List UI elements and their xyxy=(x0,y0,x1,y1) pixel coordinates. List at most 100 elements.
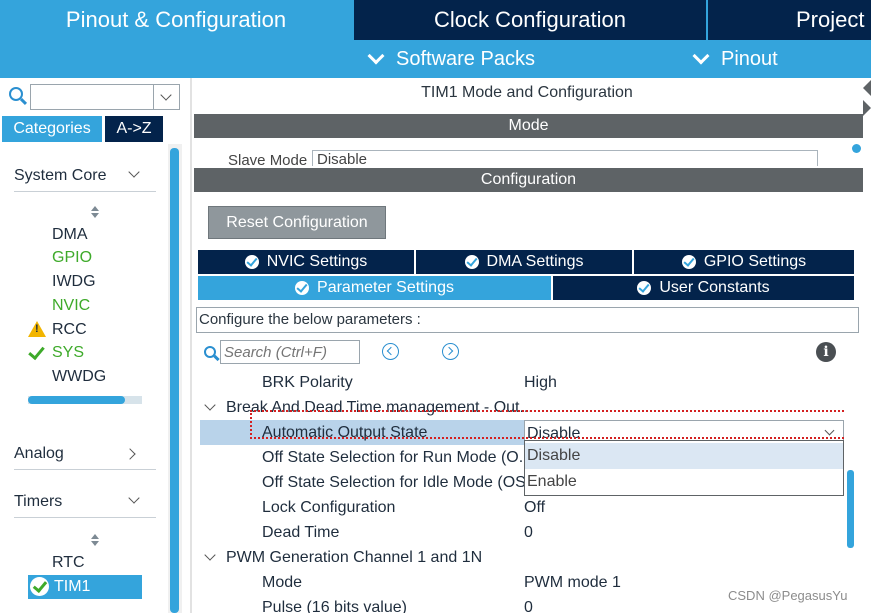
section-analog[interactable]: Analog xyxy=(14,438,156,470)
scroll-indicator-dot xyxy=(852,144,861,153)
param-value[interactable]: High xyxy=(524,370,557,395)
param-name: Off State Selection for Idle Mode (OS... xyxy=(262,474,540,491)
software-packs-label: Software Packs xyxy=(396,47,535,70)
param-name: Mode xyxy=(262,574,303,591)
chevron-down-icon xyxy=(367,47,385,65)
tab-parameter-settings-label: Parameter Settings xyxy=(317,279,454,296)
mode-section-header[interactable]: Mode xyxy=(194,114,863,138)
dropdown-option-disable[interactable]: Disable xyxy=(525,443,843,469)
sidebar-item-tim1-label: TIM1 xyxy=(54,578,91,595)
tab-gpio-settings[interactable]: GPIO Settings xyxy=(634,250,854,274)
param-value[interactable]: PWM mode 1 xyxy=(524,570,621,595)
sort-icon[interactable] xyxy=(90,206,100,218)
search-icon[interactable] xyxy=(204,346,216,358)
tab-clock-configuration[interactable]: Clock Configuration xyxy=(354,0,706,40)
param-group-row[interactable]: PWM Generation Channel 1 and 1N xyxy=(196,545,846,570)
check-circle-icon xyxy=(30,577,49,596)
search-input[interactable] xyxy=(30,84,180,110)
check-icon xyxy=(28,343,46,361)
chevron-down-icon xyxy=(128,492,140,504)
check-circle-icon xyxy=(464,255,479,269)
param-value[interactable]: Off xyxy=(524,495,545,520)
param-name: Pulse (16 bits value) xyxy=(262,599,407,613)
section-system-core-label: System Core xyxy=(14,166,107,184)
top-navigation-bar: Pinout & Configuration Clock Configurati… xyxy=(0,0,871,78)
param-name: Lock Configuration xyxy=(262,499,396,516)
chevron-down-icon xyxy=(128,166,140,178)
tab-parameter-settings[interactable]: Parameter Settings xyxy=(198,276,551,300)
tab-a-to-z[interactable]: A->Z xyxy=(105,116,163,142)
sidebar-item-rcc[interactable]: RCC xyxy=(52,319,87,341)
arrow-right-icon[interactable] xyxy=(863,100,871,116)
chevron-down-icon[interactable] xyxy=(204,399,216,411)
param-row[interactable]: Lock Configuration Off xyxy=(196,495,846,520)
dropdown-option-enable[interactable]: Enable xyxy=(525,469,843,495)
tab-user-constants[interactable]: User Constants xyxy=(553,276,854,300)
nav-next-icon[interactable] xyxy=(442,343,459,360)
watermark: CSDN @PegasusYu xyxy=(728,588,848,603)
sort-icon[interactable] xyxy=(90,534,100,546)
arrow-left-icon[interactable] xyxy=(863,80,871,96)
vertical-scrollbar-thumb[interactable] xyxy=(170,148,179,613)
check-circle-icon xyxy=(295,281,310,295)
reset-configuration-button[interactable]: Reset Configuration xyxy=(208,206,386,239)
param-value[interactable]: 0 xyxy=(524,520,533,545)
scrollbar-thumb[interactable] xyxy=(28,396,125,404)
section-system-core[interactable]: System Core xyxy=(14,160,156,192)
param-group-name: PWM Generation Channel 1 and 1N xyxy=(226,549,483,566)
nav-prev-icon[interactable] xyxy=(382,343,399,360)
peripheral-search xyxy=(6,82,184,110)
horizontal-scrollbar[interactable] xyxy=(28,396,142,404)
param-row[interactable]: Dead Time 0 xyxy=(196,520,846,545)
sidebar-item-sys[interactable]: SYS xyxy=(52,342,84,364)
mode-slave-row: Slave Mode Disable xyxy=(194,140,863,166)
tab-gpio-settings-label: GPIO Settings xyxy=(703,253,807,270)
sidebar-item-nvic[interactable]: NVIC xyxy=(52,295,90,317)
left-panel: Categories A->Z System Core DMA GPIO IWD… xyxy=(0,78,188,613)
tab-nvic-settings-label: NVIC Settings xyxy=(266,253,368,270)
sidebar-item-iwdg[interactable]: IWDG xyxy=(52,271,96,293)
tab-nvic-settings[interactable]: NVIC Settings xyxy=(198,250,414,274)
dropdown-options-list: Disable Enable xyxy=(524,440,844,496)
parameter-scrollbar-thumb[interactable] xyxy=(847,470,854,548)
search-icon[interactable] xyxy=(9,87,23,101)
sidebar-item-tim1[interactable]: TIM1 xyxy=(28,575,142,599)
param-value[interactable]: 0 xyxy=(524,595,533,613)
param-name: BRK Polarity xyxy=(262,374,353,391)
tab-dma-settings[interactable]: DMA Settings xyxy=(416,250,632,274)
info-icon[interactable]: i xyxy=(816,342,836,362)
section-timers[interactable]: Timers xyxy=(14,486,156,518)
tab-user-constants-label: User Constants xyxy=(659,279,770,296)
annotation-highlight-frame xyxy=(250,410,846,439)
page-title: TIM1 Mode and Configuration xyxy=(421,84,633,101)
category-tabs: Categories A->Z xyxy=(2,116,163,142)
sidebar-item-dma[interactable]: DMA xyxy=(52,224,88,246)
tab-pinout-configuration[interactable]: Pinout & Configuration xyxy=(0,0,352,40)
slave-mode-select[interactable]: Disable xyxy=(312,150,818,166)
chevron-down-icon[interactable] xyxy=(153,85,179,109)
right-panel: TIM1 Mode and Configuration Mode Slave M… xyxy=(190,78,871,613)
tab-categories[interactable]: Categories xyxy=(2,116,102,142)
parameter-description: Configure the below parameters : xyxy=(196,307,859,333)
configuration-section-header[interactable]: Configuration xyxy=(194,168,863,192)
slave-mode-label: Slave Mode xyxy=(228,152,308,166)
param-name: Dead Time xyxy=(262,524,340,541)
software-packs-menu[interactable]: Software Packs xyxy=(367,42,535,76)
pinout-menu[interactable]: Pinout xyxy=(692,42,778,76)
section-analog-label: Analog xyxy=(14,444,64,462)
sidebar-item-wwdg[interactable]: WWDG xyxy=(52,366,106,388)
chevron-down-icon[interactable] xyxy=(204,549,216,561)
pinout-label: Pinout xyxy=(721,47,778,70)
tab-project-manager[interactable]: Project xyxy=(708,0,871,40)
tab-dma-settings-label: DMA Settings xyxy=(486,253,584,270)
sidebar-item-rtc[interactable]: RTC xyxy=(52,552,85,574)
warning-icon xyxy=(28,321,46,337)
param-name: Off State Selection for Run Mode (O... xyxy=(262,449,533,466)
check-circle-icon xyxy=(244,255,259,269)
param-row[interactable]: BRK Polarity High xyxy=(196,370,846,395)
section-timers-label: Timers xyxy=(14,492,63,510)
parameter-search-input[interactable] xyxy=(220,340,360,364)
sidebar-item-gpio[interactable]: GPIO xyxy=(52,247,92,269)
chevron-down-icon xyxy=(692,47,710,65)
panel-collapse-arrows[interactable] xyxy=(861,78,871,168)
